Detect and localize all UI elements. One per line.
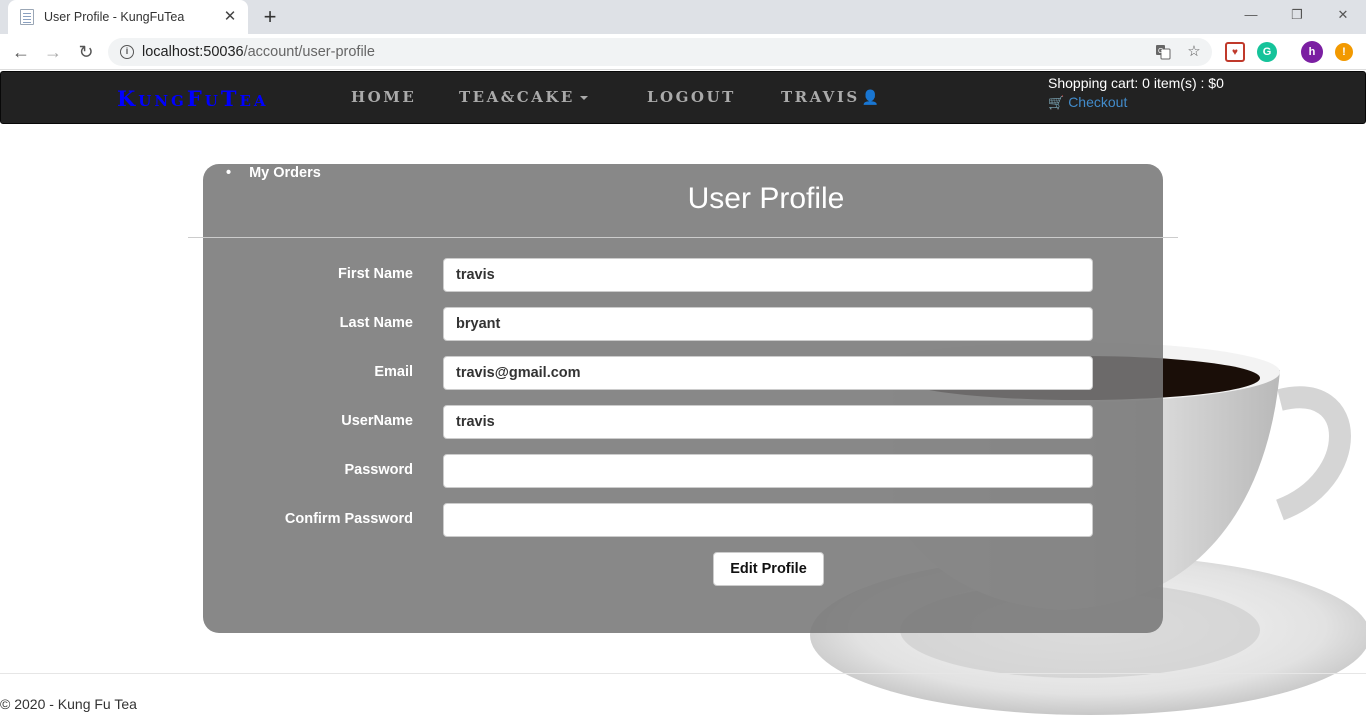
forward-arrow-icon[interactable]: → bbox=[41, 40, 65, 64]
cart-icon: 🛒 bbox=[1048, 95, 1065, 110]
nav-home[interactable]: Home bbox=[351, 88, 416, 106]
last-name-input[interactable] bbox=[443, 307, 1093, 341]
password-label: Password bbox=[344, 462, 414, 478]
url-text: localhost:50036/account/user-profile bbox=[142, 44, 375, 60]
first-name-label: First Name bbox=[338, 266, 413, 282]
bullet-icon: • bbox=[226, 165, 232, 181]
site-info-icon[interactable]: i bbox=[120, 45, 134, 59]
confirm-password-label: Confirm Password bbox=[284, 511, 413, 527]
browser-tab-strip: User Profile - KungFuTea ✕ + — ❐ ✕ bbox=[0, 0, 1366, 34]
checkout-label: Checkout bbox=[1068, 94, 1128, 110]
nav-user[interactable]: Travis 👤 bbox=[781, 88, 882, 106]
page-favicon-icon bbox=[20, 9, 34, 25]
url-host: localhost:50036 bbox=[142, 44, 244, 60]
email-label: Email bbox=[374, 364, 413, 380]
last-name-label: Last Name bbox=[339, 315, 413, 331]
update-alert-icon[interactable]: ! bbox=[1335, 43, 1353, 61]
restore-window-icon[interactable]: ❐ bbox=[1274, 0, 1320, 30]
page-title: User Profile bbox=[687, 182, 845, 215]
browser-tab[interactable]: User Profile - KungFuTea ✕ bbox=[8, 0, 248, 34]
checkout-link[interactable]: 🛒 Checkout bbox=[1048, 94, 1224, 111]
tab-title: User Profile - KungFuTea bbox=[44, 10, 185, 24]
user-icon: 👤 bbox=[861, 90, 882, 106]
reload-icon[interactable]: ↻ bbox=[74, 40, 98, 64]
close-window-icon[interactable]: ✕ bbox=[1320, 0, 1366, 30]
pocket-extension-icon[interactable]: ♥ bbox=[1225, 42, 1245, 62]
profile-panel bbox=[203, 164, 1163, 633]
address-bar[interactable]: i localhost:50036/account/user-profile bbox=[108, 38, 1212, 66]
footer-divider bbox=[0, 673, 1366, 674]
nav-user-label: Travis bbox=[781, 88, 860, 106]
back-arrow-icon[interactable]: ← bbox=[9, 40, 33, 64]
brand-logo[interactable]: KungFuTea bbox=[117, 86, 269, 111]
nav-tea-cake-label: Tea&Cake bbox=[459, 88, 575, 106]
translate-icon[interactable]: G bbox=[1154, 43, 1172, 61]
username-label: UserName bbox=[341, 413, 413, 429]
tab-close-icon[interactable]: ✕ bbox=[222, 9, 238, 25]
edit-profile-button[interactable]: Edit Profile bbox=[713, 552, 824, 586]
my-orders-link[interactable]: • My Orders bbox=[226, 165, 321, 181]
bookmark-star-icon[interactable]: ☆ bbox=[1185, 42, 1203, 60]
grammarly-extension-icon[interactable]: G bbox=[1257, 42, 1277, 62]
site-navbar: KungFuTea Home Tea&Cake Logout Travis 👤 S… bbox=[0, 71, 1366, 124]
browser-toolbar: ← → ↻ i localhost:50036/account/user-pro… bbox=[0, 34, 1366, 70]
password-input[interactable] bbox=[443, 454, 1093, 488]
first-name-input[interactable] bbox=[443, 258, 1093, 292]
cart-summary: Shopping cart: 0 item(s) : $0 bbox=[1048, 75, 1224, 91]
username-input[interactable] bbox=[443, 405, 1093, 439]
confirm-password-input[interactable] bbox=[443, 503, 1093, 537]
shopping-cart: Shopping cart: 0 item(s) : $0 🛒 Checkout bbox=[1048, 75, 1224, 111]
profile-avatar[interactable]: h bbox=[1301, 41, 1323, 63]
minimize-window-icon[interactable]: — bbox=[1228, 0, 1274, 30]
caret-down-icon bbox=[579, 96, 588, 100]
footer-copyright: © 2020 - Kung Fu Tea bbox=[0, 696, 137, 712]
url-path: /account/user-profile bbox=[243, 44, 375, 60]
nav-logout[interactable]: Logout bbox=[647, 88, 736, 106]
email-input[interactable] bbox=[443, 356, 1093, 390]
nav-tea-cake-dropdown[interactable]: Tea&Cake bbox=[459, 88, 588, 106]
title-divider bbox=[188, 237, 1178, 238]
new-tab-button[interactable]: + bbox=[258, 5, 282, 29]
svg-text:G: G bbox=[1158, 48, 1163, 55]
my-orders-label: My Orders bbox=[249, 165, 321, 181]
